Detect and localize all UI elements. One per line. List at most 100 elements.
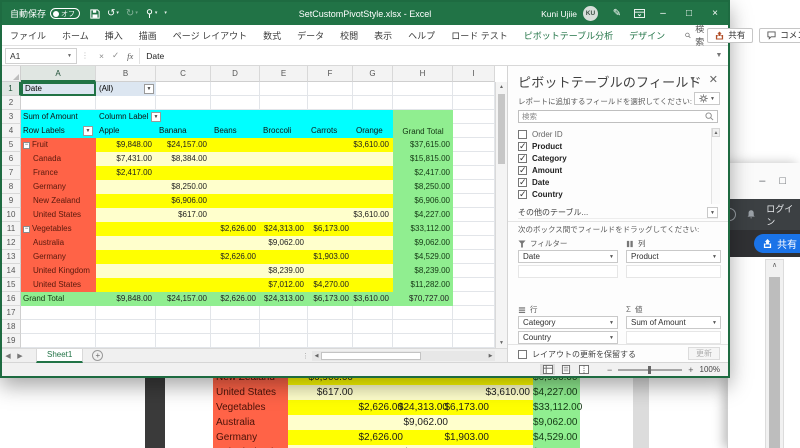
row-header-1[interactable]: 1 xyxy=(2,82,21,96)
pivot-row-total[interactable]: $2,417.00 xyxy=(393,166,453,180)
pivot-value-band[interactable]: $6,906.00 xyxy=(96,194,393,208)
scroll-up-icon[interactable]: ▲ xyxy=(712,128,720,137)
chevron-down-icon[interactable]: ▼ xyxy=(609,335,614,341)
scroll-up-icon[interactable]: ∧ xyxy=(766,260,783,272)
pivot-row-label[interactable]: −Fruit xyxy=(21,138,96,152)
minimize-icon[interactable]: – xyxy=(759,175,765,187)
row-header-9[interactable]: 9 xyxy=(2,194,21,208)
cancel-entry-icon[interactable]: × xyxy=(99,51,104,61)
ribbon-tab[interactable]: ヘルプ xyxy=(400,25,443,45)
row-header-12[interactable]: 12 xyxy=(2,236,21,250)
background-scrollbar[interactable] xyxy=(633,378,649,448)
pivot-cell-value[interactable]: $3,610.00 xyxy=(353,208,389,222)
pivot-value-band[interactable]: $8,239.00 xyxy=(96,264,393,278)
row-labels-dropdown-icon[interactable]: ▼ xyxy=(83,126,93,136)
pivot-value-band[interactable]: $8,250.00 xyxy=(96,180,393,194)
column-header-A[interactable]: A xyxy=(21,66,96,82)
grand-total-row[interactable]: Grand Total$9,848.00$24,157.00$2,626.00$… xyxy=(21,292,453,306)
pivot-cell-value[interactable]: $8,239.00 xyxy=(260,264,304,278)
chevron-down-icon[interactable]: ▼ xyxy=(712,320,717,326)
row-header-3[interactable]: 3 xyxy=(2,110,21,124)
next-sheet-icon[interactable]: ▶ xyxy=(14,352,26,360)
maximize-icon[interactable]: □ xyxy=(779,175,786,187)
background-vertical-scrollbar[interactable]: ∧ xyxy=(765,259,784,448)
grand-total-cell-value[interactable]: $24,313.00 xyxy=(260,292,304,306)
scroll-right-icon[interactable]: ▶ xyxy=(486,353,495,359)
column-header-C[interactable]: C xyxy=(156,66,211,82)
field-checkbox[interactable] xyxy=(518,130,527,139)
field-item[interactable]: Product xyxy=(518,140,718,152)
pivot-row-label[interactable]: Germany xyxy=(21,180,96,194)
ribbon-tab[interactable]: 数式 xyxy=(255,25,289,45)
scrollbar-thumb[interactable] xyxy=(769,277,780,448)
ribbon-tab[interactable]: ロード テスト xyxy=(443,25,516,45)
pivot-cell-value[interactable]: $9,848.00 xyxy=(96,138,152,152)
pivot-value-band[interactable]: $617.00 $3,610.00 xyxy=(96,208,393,222)
pivot-row-total[interactable]: $8,239.00 xyxy=(393,264,453,278)
empty-drop-slot[interactable] xyxy=(518,265,618,278)
share-button[interactable]: 共有 xyxy=(754,234,800,253)
pivot-row-total[interactable]: $8,250.00 xyxy=(393,180,453,194)
pen-button[interactable]: ▾ xyxy=(145,9,158,19)
grand-total-header[interactable]: Grand Total xyxy=(393,110,453,138)
collapse-icon[interactable]: − xyxy=(23,142,30,149)
name-box[interactable]: A1▼ xyxy=(5,48,77,64)
zoom-slider-thumb[interactable] xyxy=(648,366,651,374)
grand-total-cell-value[interactable]: $24,157.00 xyxy=(156,292,207,306)
column-header-G[interactable]: G xyxy=(353,66,393,82)
pivot-row-total[interactable]: $37,615.00 xyxy=(393,138,453,152)
column-headers[interactable]: ABCDEFGHI xyxy=(2,66,495,82)
pivot-row-label[interactable]: New Zealand xyxy=(21,194,96,208)
row-header-14[interactable]: 14 xyxy=(2,264,21,278)
field-item[interactable]: Country xyxy=(518,188,718,200)
pivot-row-label[interactable]: United States xyxy=(21,278,96,292)
comments-button[interactable]: コメント xyxy=(759,28,800,43)
empty-drop-slot[interactable] xyxy=(626,265,721,278)
row-headers[interactable]: 12345678910111213141516171819 xyxy=(2,82,21,348)
empty-drop-slot[interactable] xyxy=(626,331,721,344)
ribbon-display-icon[interactable] xyxy=(628,2,650,25)
pivot-value-band[interactable]: $9,062.00 xyxy=(96,236,393,250)
pivot-value-band[interactable]: $2,626.00$1,903.00 xyxy=(96,250,393,264)
column-header-D[interactable]: D xyxy=(211,66,260,82)
redo-button[interactable]: ↻▾ xyxy=(126,9,138,19)
ribbon-tab[interactable]: 校閲 xyxy=(332,25,366,45)
row-header-11[interactable]: 11 xyxy=(2,222,21,236)
add-sheet-button[interactable]: + xyxy=(92,350,103,361)
autosave-toggle[interactable]: 自動保存 オフ xyxy=(10,7,80,20)
pivot-value-band[interactable]: $7,012.00$4,270.00 xyxy=(96,278,393,292)
pivot-cell-value[interactable]: $2,417.00 xyxy=(96,166,152,180)
pivot-row-label[interactable]: Australia xyxy=(21,236,96,250)
pivot-value-band[interactable]: $9,848.00$24,157.00$3,610.00 xyxy=(96,138,393,152)
row-header-6[interactable]: 6 xyxy=(2,152,21,166)
avatar[interactable]: KU xyxy=(583,6,598,21)
field-item[interactable]: Date xyxy=(518,176,718,188)
bell-icon[interactable] xyxy=(746,209,756,220)
field-checkbox[interactable] xyxy=(518,142,527,151)
zoom-slider[interactable] xyxy=(618,369,682,371)
formula-bar-expand-icon[interactable]: ▼ xyxy=(710,52,728,59)
ribbon-search[interactable]: 検索 xyxy=(685,22,707,48)
pivot-cell-value[interactable]: $2,626.00 xyxy=(211,222,256,236)
area-field-pill[interactable]: Country▼ xyxy=(518,331,618,344)
area-field-pill[interactable]: Date▼ xyxy=(518,250,618,263)
prev-sheet-icon[interactable]: ◀ xyxy=(2,352,14,360)
close-button[interactable]: × xyxy=(702,2,728,25)
row-header-10[interactable]: 10 xyxy=(2,208,21,222)
grand-total-cell-value[interactable]: $2,626.00 xyxy=(211,292,256,306)
pivot-cell-value[interactable]: $617.00 xyxy=(156,208,207,222)
field-checkbox[interactable] xyxy=(518,154,527,163)
ribbon-tab[interactable]: 表示 xyxy=(366,25,400,45)
column-header-B[interactable]: B xyxy=(96,66,156,82)
pivot-cell-value[interactable]: $4,270.00 xyxy=(308,278,349,292)
pivot-cell-value[interactable]: $7,431.00 xyxy=(96,152,152,166)
chevron-down-icon[interactable]: ▼ xyxy=(609,320,614,326)
pivot-row-label[interactable]: France xyxy=(21,166,96,180)
row-header-17[interactable]: 17 xyxy=(2,306,21,320)
checkbox-icon[interactable] xyxy=(518,350,527,359)
ribbon-tab[interactable]: ページ レイアウト xyxy=(165,25,255,45)
inking-icon[interactable]: ✎ xyxy=(606,2,628,25)
chevron-down-icon[interactable]: ▼ xyxy=(707,207,718,218)
pivot-row-total[interactable]: $15,815.00 xyxy=(393,152,453,166)
select-all-corner[interactable] xyxy=(2,66,21,82)
